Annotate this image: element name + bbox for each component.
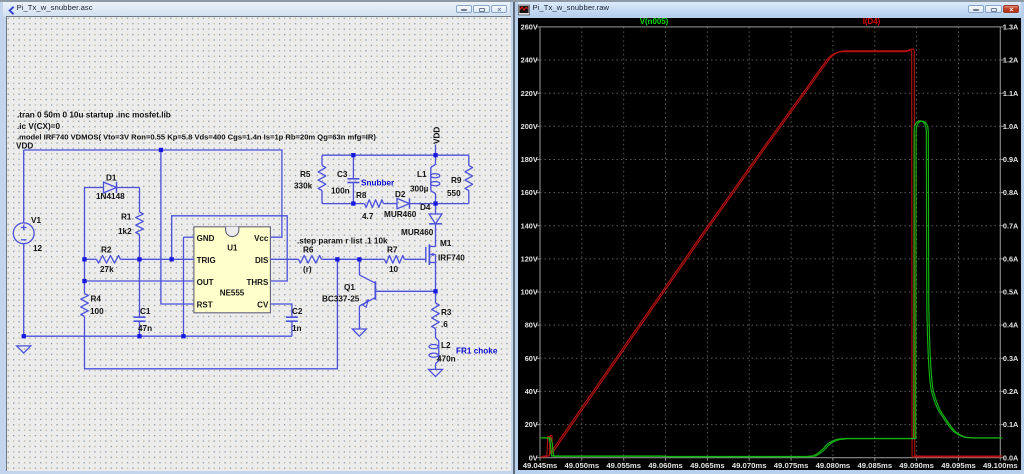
svg-text:200V: 200V xyxy=(520,121,537,130)
svg-text:10: 10 xyxy=(389,265,399,274)
svg-text:R5: R5 xyxy=(300,170,311,179)
svg-text:49.065ms: 49.065ms xyxy=(690,460,725,469)
svg-text:MUR460: MUR460 xyxy=(401,228,434,237)
svg-text:NE555: NE555 xyxy=(220,289,245,298)
svg-text:220V: 220V xyxy=(520,88,537,97)
svg-text:40V: 40V xyxy=(524,387,537,396)
svg-text:D4: D4 xyxy=(420,203,431,212)
svg-text:R8: R8 xyxy=(356,191,367,200)
svg-text:1N4148: 1N4148 xyxy=(96,192,125,201)
svg-text:.tran 0 50m 0 10u startup .inc: .tran 0 50m 0 10u startup .inc mosfet.li… xyxy=(17,111,171,120)
svg-text:0.3A: 0.3A xyxy=(1002,353,1018,362)
svg-text:49.100ms: 49.100ms xyxy=(982,460,1017,469)
svg-text:D1: D1 xyxy=(106,174,117,183)
svg-text:60V: 60V xyxy=(524,353,537,362)
svg-text:C1: C1 xyxy=(140,307,151,316)
svg-text:100n: 100n xyxy=(331,187,350,196)
svg-text:R1: R1 xyxy=(121,213,132,222)
svg-text:Vcc: Vcc xyxy=(254,234,269,243)
svg-text:C2: C2 xyxy=(292,307,303,316)
svg-text:49.060ms: 49.060ms xyxy=(648,460,683,469)
svg-text:4.7: 4.7 xyxy=(362,212,374,221)
svg-text:27k: 27k xyxy=(100,265,114,274)
svg-text:0.7A: 0.7A xyxy=(1002,221,1018,230)
svg-text:.model IRF740 VDMOS( Vto=3V Ro: .model IRF740 VDMOS( Vto=3V Ron=0.55 Kp=… xyxy=(17,133,376,142)
svg-text:1.1A: 1.1A xyxy=(1002,88,1018,97)
svg-text:VDD: VDD xyxy=(432,127,441,144)
svg-text:IRF740: IRF740 xyxy=(438,254,465,263)
svg-text:260V: 260V xyxy=(520,22,537,31)
svg-text:R4: R4 xyxy=(91,295,102,304)
svg-text:49.050ms: 49.050ms xyxy=(564,460,599,469)
svg-text:47n: 47n xyxy=(138,324,152,333)
svg-text:12: 12 xyxy=(33,244,43,253)
svg-text:BC337-25: BC337-25 xyxy=(322,295,360,304)
svg-text:TRIG: TRIG xyxy=(197,256,216,265)
svg-text:100V: 100V xyxy=(520,287,537,296)
svg-text:1n: 1n xyxy=(292,324,302,333)
svg-text:VDD: VDD xyxy=(16,142,33,151)
svg-text:0.9A: 0.9A xyxy=(1002,155,1018,164)
svg-text:MUR460: MUR460 xyxy=(384,210,417,219)
svg-text:THRS: THRS xyxy=(247,278,269,287)
svg-text:.step param r list .1 10k: .step param r list .1 10k xyxy=(297,237,388,246)
svg-text:49.075ms: 49.075ms xyxy=(773,460,808,469)
svg-text:OUT: OUT xyxy=(197,278,214,287)
svg-text:49.045ms: 49.045ms xyxy=(522,460,557,469)
svg-text:20V: 20V xyxy=(524,420,537,429)
svg-text:240V: 240V xyxy=(520,55,537,64)
svg-text:L2: L2 xyxy=(441,341,451,350)
svg-text:140V: 140V xyxy=(520,221,537,230)
svg-text:49.095ms: 49.095ms xyxy=(941,460,976,469)
svg-text:0.1A: 0.1A xyxy=(1002,420,1018,429)
svg-text:160V: 160V xyxy=(520,188,537,197)
svg-text:100: 100 xyxy=(90,307,104,316)
svg-text:RST: RST xyxy=(197,300,213,309)
svg-text:R2: R2 xyxy=(101,246,112,255)
svg-text:0.4A: 0.4A xyxy=(1002,320,1018,329)
svg-text:0.8A: 0.8A xyxy=(1002,188,1018,197)
svg-text:CV: CV xyxy=(257,300,269,309)
svg-text:180V: 180V xyxy=(520,155,537,164)
svg-text:80V: 80V xyxy=(524,320,537,329)
svg-text:1k2: 1k2 xyxy=(118,227,132,236)
svg-text:Q1: Q1 xyxy=(344,283,355,292)
svg-text:R9: R9 xyxy=(451,176,462,185)
svg-text:49.070ms: 49.070ms xyxy=(731,460,766,469)
svg-text:C3: C3 xyxy=(337,170,348,179)
svg-text:49.055ms: 49.055ms xyxy=(606,460,641,469)
svg-text:DIS: DIS xyxy=(255,256,269,265)
svg-text:Snubber: Snubber xyxy=(361,179,395,188)
svg-text:120V: 120V xyxy=(520,254,537,263)
svg-text:D2: D2 xyxy=(395,190,406,199)
svg-text:0.5A: 0.5A xyxy=(1002,287,1018,296)
svg-text:1.2A: 1.2A xyxy=(1002,55,1018,64)
svg-text:M1: M1 xyxy=(440,239,452,248)
svg-text:V1: V1 xyxy=(31,216,41,225)
svg-text:49.090ms: 49.090ms xyxy=(899,460,934,469)
svg-text:49.080ms: 49.080ms xyxy=(815,460,850,469)
svg-text:300µ: 300µ xyxy=(410,185,429,194)
svg-text:330k: 330k xyxy=(294,182,313,191)
svg-text:.ic V(CX)=0: .ic V(CX)=0 xyxy=(17,122,60,131)
svg-text:1.3A: 1.3A xyxy=(1002,22,1018,31)
svg-text:V(n005): V(n005) xyxy=(639,18,668,26)
svg-text:49.085ms: 49.085ms xyxy=(857,460,892,469)
svg-text:U1: U1 xyxy=(227,243,238,252)
svg-text:R7: R7 xyxy=(387,246,398,255)
svg-text:0.6A: 0.6A xyxy=(1002,254,1018,263)
svg-text:(r): (r) xyxy=(303,265,312,274)
svg-text:FR1 choke: FR1 choke xyxy=(456,347,498,356)
svg-text:470n: 470n xyxy=(437,355,456,364)
svg-text:R3: R3 xyxy=(441,308,452,317)
svg-text:L1: L1 xyxy=(417,170,427,179)
svg-text:.6: .6 xyxy=(441,320,448,329)
svg-text:550: 550 xyxy=(447,189,461,198)
svg-text:GND: GND xyxy=(197,234,215,243)
svg-text:1.0A: 1.0A xyxy=(1002,121,1018,130)
svg-text:R6: R6 xyxy=(303,246,314,255)
svg-text:I(D4): I(D4) xyxy=(862,18,880,26)
svg-text:0.2A: 0.2A xyxy=(1002,387,1018,396)
